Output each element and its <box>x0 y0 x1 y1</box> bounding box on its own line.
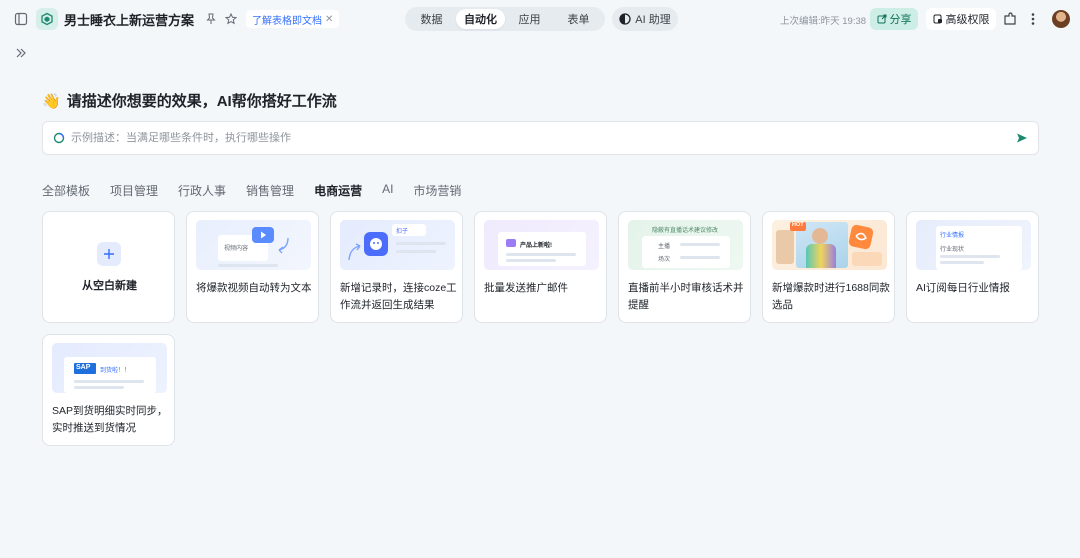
thumb-video-text: 视频内容 <box>224 246 249 252</box>
view-tabs: 数据 自动化 应用 表单 <box>405 7 605 31</box>
base-logo-icon <box>36 8 58 30</box>
plugin-icon[interactable] <box>1002 11 1018 27</box>
category-marketing[interactable]: 市场营销 <box>413 182 461 199</box>
tab-apps[interactable]: 应用 <box>505 9 554 29</box>
document-title[interactable]: 男士睡衣上新运营方案 <box>64 10 194 29</box>
template-card-industry-intel[interactable]: 行业情报 行业现状 AI订阅每日行业情报 <box>906 211 1039 323</box>
more-icon[interactable] <box>1026 11 1040 27</box>
template-label: 新增爆款时进行1688同款选品 <box>772 282 890 311</box>
page-heading: 👋 请描述你想要的效果，AI帮你搭好工作流 <box>42 90 337 111</box>
thumb-row-host: 主播 <box>658 244 671 250</box>
tab-forms[interactable]: 表单 <box>554 9 603 29</box>
learn-doc-chip[interactable]: 了解表格即文档 ✕ <box>246 10 340 28</box>
template-card-coze-workflow[interactable]: 扣子 新增记录时，连接coze工作流并返回生成结果 <box>330 211 463 323</box>
thumb-row-session: 场次 <box>658 257 671 263</box>
thumb-live-text: 隐蔽有直播话术建议修改 <box>652 228 719 234</box>
star-icon[interactable] <box>222 10 240 28</box>
expand-sidebar-icon[interactable] <box>14 46 28 60</box>
template-card-1688-sourcing[interactable]: HOT 新增爆款时进行1688同款选品 <box>762 211 895 323</box>
close-icon[interactable]: ✕ <box>325 14 333 25</box>
coze-logo-icon <box>364 232 388 256</box>
plus-icon <box>97 242 121 266</box>
share-icon <box>877 14 886 24</box>
template-card-promo-email[interactable]: 产品上新啦! 批量发送推广邮件 <box>474 211 607 323</box>
template-thumbnail: 产品上新啦! <box>484 220 599 270</box>
template-thumbnail: 扣子 <box>340 220 455 270</box>
thumb-intel-title: 行业情报 <box>940 233 965 239</box>
category-admin-hr[interactable]: 行政人事 <box>178 182 226 199</box>
template-label: 直播前半小时审核话术并提醒 <box>628 282 744 311</box>
permission-lock-icon <box>933 14 942 24</box>
category-project[interactable]: 项目管理 <box>110 182 158 199</box>
sidebar-toggle-icon[interactable] <box>10 8 32 30</box>
thumb-intel-sub: 行业现状 <box>940 247 965 253</box>
template-thumbnail: 视频内容 <box>196 220 311 270</box>
learn-doc-chip-label: 了解表格即文档 <box>252 15 323 27</box>
send-icon[interactable] <box>1016 132 1028 144</box>
thumb-coze-text: 扣子 <box>396 229 409 235</box>
template-card-video-to-text[interactable]: 视频内容 将爆款视频自动转为文本 <box>186 211 319 323</box>
category-all[interactable]: 全部模板 <box>42 182 90 199</box>
arrow-icon <box>348 243 361 261</box>
workflow-prompt-input[interactable] <box>71 132 1016 144</box>
share-button[interactable]: 分享 <box>870 8 918 30</box>
ai-assistant-button[interactable]: AI 助理 <box>612 7 678 31</box>
template-label: SAP到货明细实时同步，实时推送到货情况 <box>52 405 168 434</box>
create-blank-card[interactable]: 从空白新建 <box>42 211 175 323</box>
template-label: 批量发送推广邮件 <box>484 282 568 294</box>
sap-logo: SAP <box>74 363 96 374</box>
share-label: 分享 <box>889 14 912 26</box>
last-edit-time: 上次编辑:昨天 19:38 <box>780 16 867 27</box>
create-blank-label: 从空白新建 <box>82 280 137 292</box>
mail-icon <box>506 239 516 247</box>
category-ecommerce[interactable]: 电商运营 <box>314 182 362 199</box>
ai-assistant-icon <box>619 13 631 25</box>
tab-data[interactable]: 数据 <box>407 9 456 29</box>
template-label: AI订阅每日行业情报 <box>916 282 1010 294</box>
thumb-email-text: 产品上新啦! <box>520 243 552 249</box>
advanced-permissions-button[interactable]: 高级权限 <box>926 8 996 30</box>
ai-assistant-label: AI 助理 <box>635 14 671 26</box>
tab-automation[interactable]: 自动化 <box>456 9 505 29</box>
category-ai[interactable]: AI <box>382 182 393 199</box>
category-sales[interactable]: 销售管理 <box>246 182 294 199</box>
template-category-tabs: 全部模板 项目管理 行政人事 销售管理 电商运营 AI 市场营销 <box>42 182 461 199</box>
template-card-sap-sync[interactable]: SAP 到货啦！！ SAP到货明细实时同步，实时推送到货情况 <box>42 334 175 446</box>
template-thumbnail: HOT <box>772 220 887 270</box>
hot-badge: HOT <box>790 222 806 231</box>
template-label: 将爆款视频自动转为文本 <box>196 282 312 294</box>
template-label: 新增记录时，连接coze工作流并返回生成结果 <box>340 282 457 311</box>
template-thumbnail: SAP 到货啦！！ <box>52 343 167 393</box>
template-thumbnail: 行业情报 行业现状 <box>916 220 1031 270</box>
workflow-prompt-box[interactable] <box>42 121 1039 155</box>
page-heading-text: 请描述你想要的效果，AI帮你搭好工作流 <box>66 93 337 110</box>
advanced-permissions-label: 高级权限 <box>945 14 990 26</box>
video-play-icon <box>252 227 274 243</box>
pin-icon[interactable] <box>202 10 220 28</box>
arrow-icon <box>278 237 289 254</box>
ai-spark-icon <box>53 132 65 144</box>
template-thumbnail: 隐蔽有直播话术建议修改 主播 场次 <box>628 220 743 270</box>
1688-logo-icon <box>847 223 875 251</box>
template-card-livestream-review[interactable]: 隐蔽有直播话术建议修改 主播 场次 直播前半小时审核话术并提醒 <box>618 211 751 323</box>
thumb-sap-text: 到货啦！！ <box>100 368 131 374</box>
avatar[interactable] <box>1052 10 1070 28</box>
wave-emoji: 👋 <box>42 93 61 110</box>
